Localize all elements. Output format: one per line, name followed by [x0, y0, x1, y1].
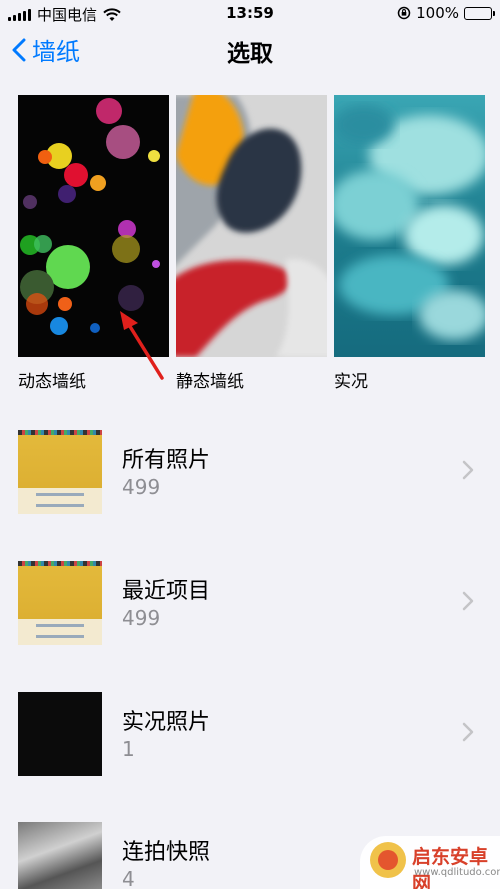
album-title: 所有照片	[122, 448, 211, 473]
static-wallpaper-art	[176, 95, 327, 357]
watermark-name: 启东安卓网	[412, 846, 489, 889]
battery-icon	[464, 6, 495, 20]
album-count: 1	[122, 737, 135, 761]
nav-bar: 墙纸 选取	[0, 26, 500, 76]
dynamic-wallpaper-thumbnail[interactable]	[18, 95, 169, 357]
live-wallpaper-label: 实况	[334, 372, 368, 392]
album-count: 4	[122, 867, 135, 889]
watermark-url: www.qdlitudo.com	[414, 867, 500, 878]
static-wallpaper-label: 静态墙纸	[176, 372, 244, 392]
dynamic-wallpaper-label: 动态墙纸	[18, 372, 86, 392]
watermark: 启东安卓网 www.qdlitudo.com	[360, 836, 500, 889]
album-row-live-photos[interactable]: 实况照片 1	[0, 692, 500, 792]
album-title: 实况照片	[122, 710, 211, 735]
live-wallpaper-art	[334, 95, 485, 357]
album-count: 499	[122, 606, 161, 630]
page-title: 选取	[227, 41, 273, 67]
album-thumbnail	[18, 430, 102, 514]
orientation-lock-icon	[397, 6, 411, 20]
album-thumbnail	[18, 692, 102, 776]
chevron-right-icon	[462, 591, 474, 611]
status-bar: 中国电信 13:59 100%	[0, 0, 500, 26]
album-thumbnail	[18, 822, 102, 889]
battery-percent: 100%	[416, 4, 459, 22]
chevron-right-icon	[462, 460, 474, 480]
static-wallpaper-thumbnail[interactable]	[176, 95, 327, 357]
album-title: 连拍快照	[122, 840, 211, 865]
live-wallpaper-thumbnail[interactable]	[334, 95, 485, 357]
album-row-all-photos[interactable]: 所有照片 499	[0, 430, 500, 530]
status-right: 100%	[397, 4, 495, 22]
album-thumbnail	[18, 561, 102, 645]
album-title: 最近项目	[122, 579, 211, 604]
album-row-recents[interactable]: 最近项目 499	[0, 561, 500, 661]
watermark-logo-icon	[370, 842, 406, 878]
chevron-right-icon	[462, 722, 474, 742]
album-count: 499	[122, 475, 161, 499]
